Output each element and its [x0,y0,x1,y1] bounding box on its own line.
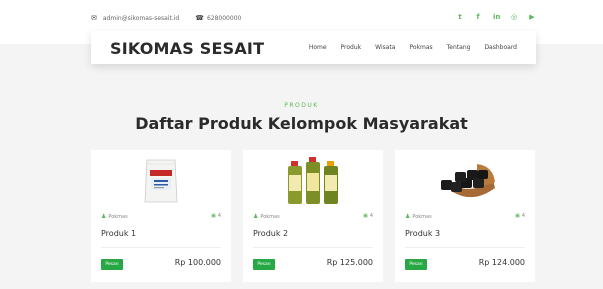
count-value: 4 [217,213,221,219]
user-icon: ♟ [253,213,259,220]
facebook-icon[interactable]: f [475,13,481,21]
author-name: Pokmas [412,213,432,220]
product-name[interactable]: Produk 2 [253,229,288,238]
twitter-icon[interactable]: t [457,13,463,21]
product-price: Rp 100.000 [174,258,221,267]
instagram-icon[interactable]: ◎ [511,13,517,21]
phone-info: ☎ 628000000 [195,14,241,22]
email-text[interactable]: admin@sikomas-sesait.id [103,15,179,22]
nav-item-produk[interactable]: Produk [341,44,362,51]
contact-info: ✉ admin@sikomas-sesait.id ☎ 628000000 [91,14,241,22]
box-icon: ▣ [211,213,216,219]
count-value: 4 [521,213,525,219]
nav-item-dashboard[interactable]: Dashboard [484,44,517,51]
divider [405,247,525,248]
mail-icon: ✉ [91,14,97,22]
divider [101,247,221,248]
box-icon: ▣ [515,213,520,219]
product-meta: ♟ Pokmas ▣ 4 [253,213,373,221]
section-title: Daftar Produk Kelompok Masyarakat [135,114,468,133]
product-meta: ♟ Pokmas ▣ 4 [405,213,525,221]
product-card[interactable]: ♟ Pokmas ▣ 4 Produk 1 Pesan Rp 100.000 [91,150,231,282]
product-card[interactable]: ♟ Pokmas ▣ 4 Produk 3 Pesan Rp 124.000 [395,150,535,282]
user-icon: ♟ [101,213,107,220]
product-meta: ♟ Pokmas ▣ 4 [101,213,221,221]
product-name[interactable]: Produk 3 [405,229,440,238]
count-value: 4 [369,213,373,219]
linkedin-icon[interactable]: in [493,13,500,21]
product-price: Rp 125.000 [326,258,373,267]
bottles-image [243,153,383,209]
product-count: ▣ 4 [515,213,525,219]
product-author: ♟ Pokmas [101,213,221,220]
brand-logo[interactable]: SIKOMAS SESAIT [110,39,264,58]
social-links: t f in ◎ ▶ [457,13,535,21]
nav-item-home[interactable]: Home [309,44,327,51]
order-button[interactable]: Pesan [101,259,123,270]
product-count: ▣ 4 [211,213,221,219]
phone-text[interactable]: 628000000 [207,15,241,22]
product-author: ♟ Pokmas [253,213,373,220]
product-count: ▣ 4 [363,213,373,219]
divider [253,247,373,248]
order-button[interactable]: Pesan [405,259,427,270]
charcoal-image [395,153,535,209]
author-name: Pokmas [260,213,280,220]
navbar: SIKOMAS SESAIT Home Produk Wisata Pokmas… [91,31,536,64]
sack-image [91,153,231,209]
nav-menu: Home Produk Wisata Pokmas Tentang Dashbo… [309,44,517,51]
box-icon: ▣ [363,213,368,219]
youtube-icon[interactable]: ▶ [529,13,535,21]
section-eyebrow: PRODUK [284,102,319,109]
author-name: Pokmas [108,213,128,220]
product-price: Rp 124.000 [478,258,525,267]
product-name[interactable]: Produk 1 [101,229,136,238]
order-button[interactable]: Pesan [253,259,275,270]
phone-icon: ☎ [195,14,204,22]
nav-item-pokmas[interactable]: Pokmas [409,44,432,51]
nav-item-wisata[interactable]: Wisata [375,44,395,51]
nav-item-tentang[interactable]: Tentang [447,44,471,51]
product-author: ♟ Pokmas [405,213,525,220]
user-icon: ♟ [405,213,411,220]
product-card[interactable]: ♟ Pokmas ▣ 4 Produk 2 Pesan Rp 125.000 [243,150,383,282]
